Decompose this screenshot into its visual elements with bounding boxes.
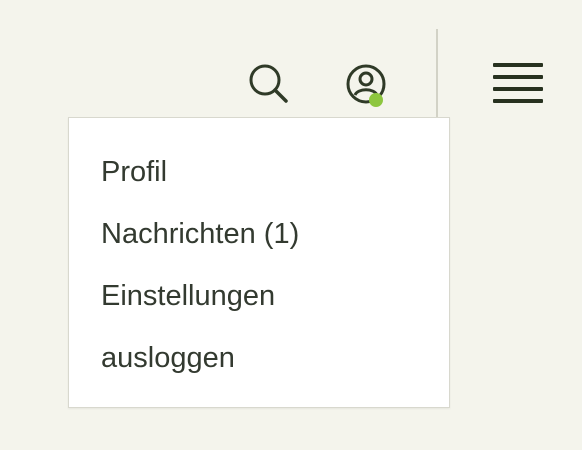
site-header — [0, 0, 582, 120]
hamburger-menu-button[interactable] — [493, 63, 543, 105]
hamburger-menu-icon — [493, 87, 543, 91]
search-icon — [249, 64, 288, 103]
menu-item-profil[interactable]: Profil — [101, 156, 167, 188]
user-circle-icon — [346, 64, 386, 107]
hamburger-menu-icon — [493, 63, 543, 67]
header-divider — [436, 29, 438, 117]
hamburger-menu-icon — [493, 75, 543, 79]
menu-item-nachrichten[interactable]: Nachrichten (1) — [101, 218, 299, 250]
online-status-dot — [369, 93, 383, 107]
account-dropdown-menu: Profil Nachrichten (1) Einstellungen aus… — [68, 117, 450, 408]
search-button[interactable] — [244, 60, 292, 108]
menu-item-einstellungen[interactable]: Einstellungen — [101, 280, 275, 312]
menu-item-ausloggen[interactable]: ausloggen — [101, 342, 235, 374]
account-button[interactable] — [341, 60, 391, 110]
hamburger-menu-icon — [493, 99, 543, 103]
